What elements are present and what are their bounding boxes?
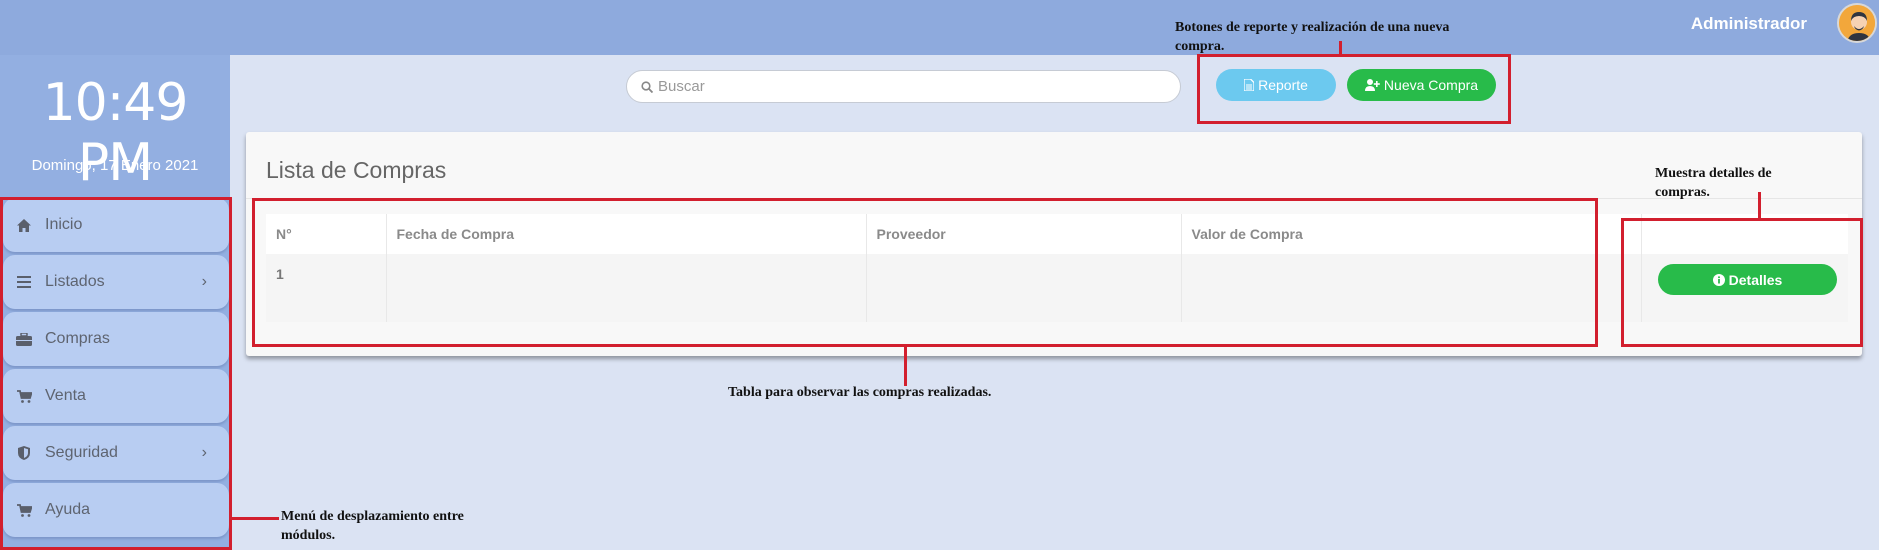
annotation-details: Muestra detalles de compras. — [1655, 166, 1772, 200]
search-input[interactable] — [658, 78, 1138, 95]
annotation-box-table — [252, 198, 1598, 347]
user-avatar-icon[interactable] — [1837, 3, 1877, 43]
annotation-buttons: Botones de reporte y realización de una … — [1175, 20, 1450, 54]
annotation-box-buttons — [1197, 54, 1511, 124]
annotation-line-table — [904, 346, 907, 386]
annotation-menu: Menú de desplazamiento entre módulos. — [281, 509, 464, 543]
annotation-line-menu — [231, 517, 279, 520]
annotation-box-menu — [0, 197, 232, 550]
annotation-table: Tabla para observar las compras realizad… — [728, 385, 992, 400]
search-icon — [641, 80, 653, 93]
search-box[interactable] — [626, 70, 1181, 103]
annotation-box-details — [1621, 218, 1863, 347]
clock: 10:49 PM — [42, 73, 189, 193]
top-bar: Administrador — [0, 0, 1879, 55]
user-name[interactable]: Administrador — [1691, 14, 1807, 34]
page-title: Lista de Compras — [266, 157, 447, 183]
date-label: Domingo, 17 Enero 2021 — [31, 157, 199, 174]
